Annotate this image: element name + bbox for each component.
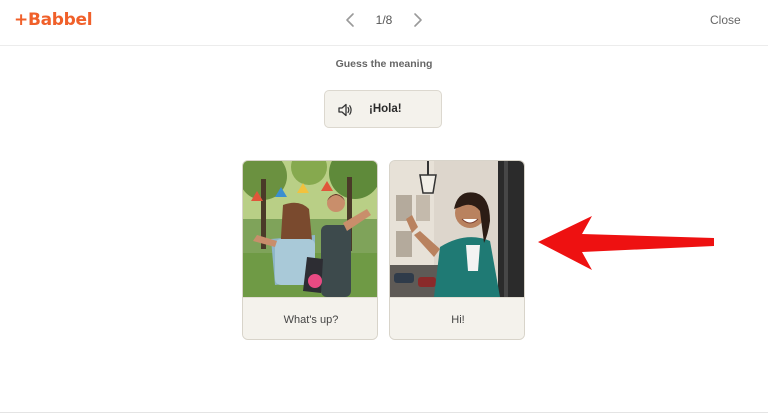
audio-play-button[interactable]: ¡Hola! — [324, 90, 442, 128]
spanish-word: ¡Hola! — [369, 103, 402, 115]
progress-counter: 1/8 — [375, 13, 393, 27]
answer-option-card[interactable]: What's up? — [242, 160, 378, 340]
red-arrow-annotation — [536, 214, 718, 272]
answer-option-card[interactable]: Hi! — [389, 160, 525, 340]
chevron-right-icon[interactable] — [408, 10, 426, 30]
option-label: What's up? — [243, 297, 377, 339]
option-label: Hi! — [390, 297, 524, 339]
close-button[interactable]: Close — [710, 13, 741, 27]
top-bar: +Babbel 1/8 Close — [0, 0, 768, 46]
option-photo-friends-greeting — [243, 161, 377, 297]
bottom-divider — [0, 412, 768, 413]
exercise-instruction: Guess the meaning — [335, 58, 433, 70]
speaker-icon — [337, 102, 353, 118]
option-photo-woman-waving — [390, 161, 524, 297]
babbel-logo[interactable]: +Babbel — [14, 10, 93, 30]
chevron-left-icon[interactable] — [342, 10, 360, 30]
